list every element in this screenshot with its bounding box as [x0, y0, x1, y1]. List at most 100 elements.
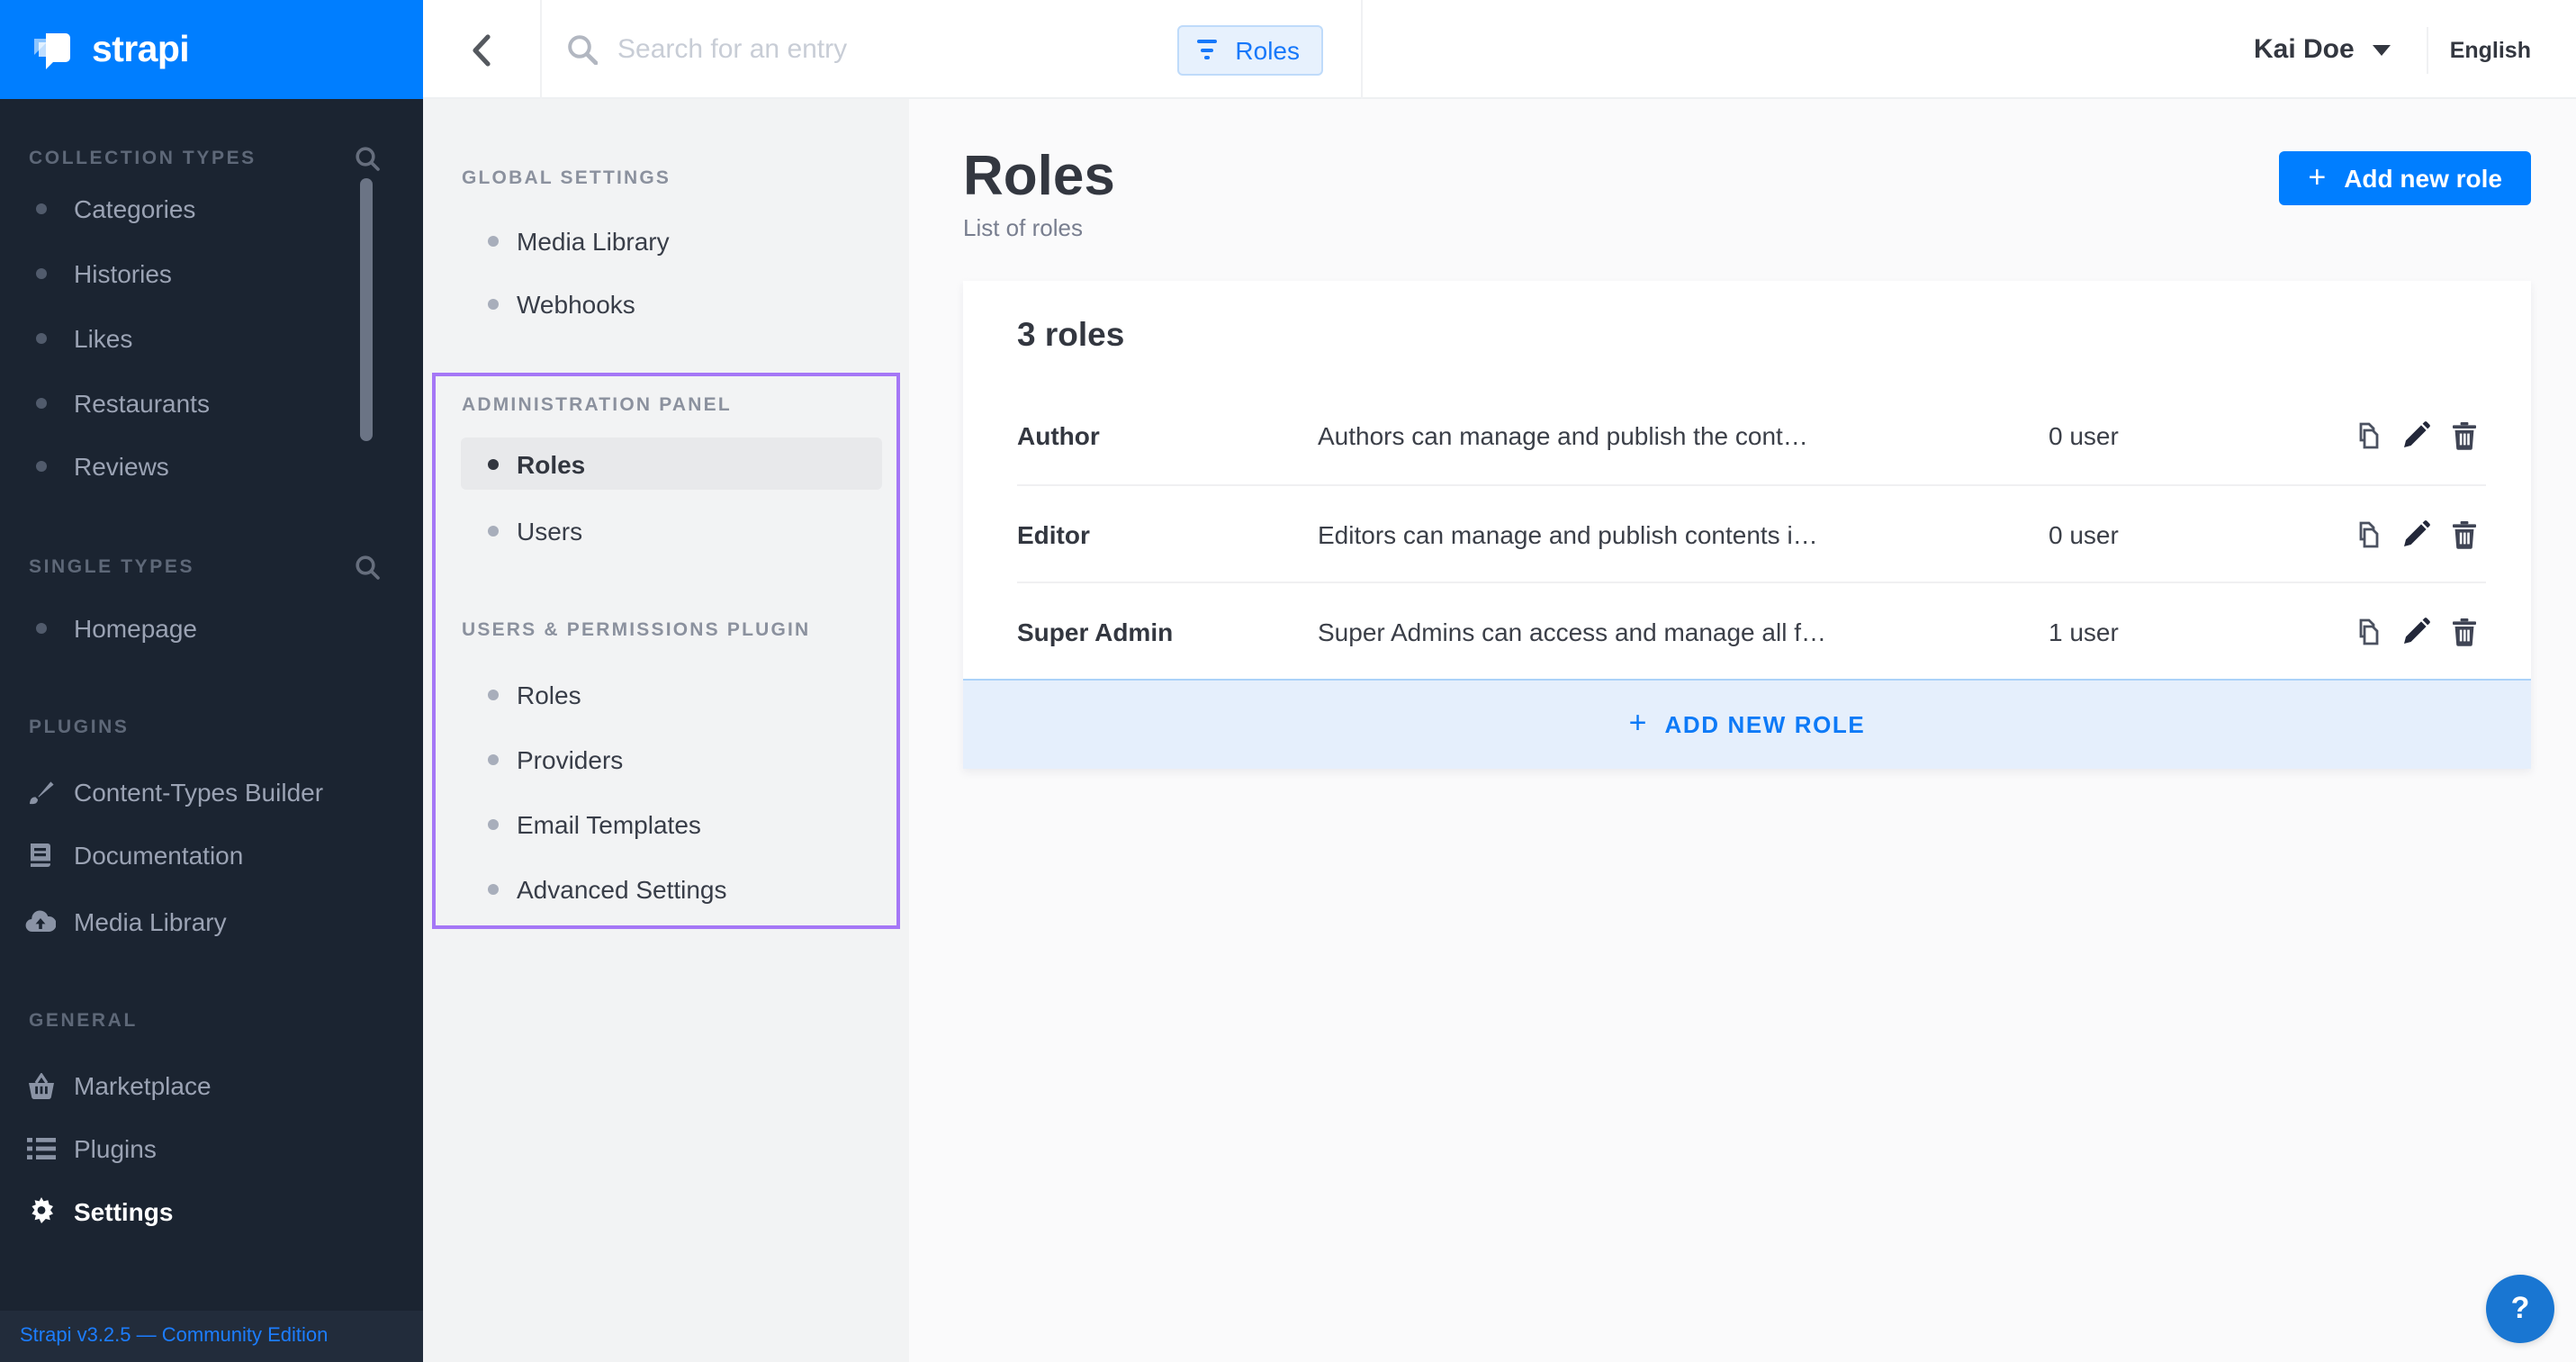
- list-icon: [25, 1133, 56, 1164]
- sidebar-item-plugins[interactable]: Plugins: [0, 1127, 423, 1170]
- bullet-icon: [488, 458, 499, 469]
- settings-item-label: Media Library: [517, 227, 670, 256]
- role-user-count: 0 user: [2049, 519, 2346, 548]
- delete-icon[interactable]: [2450, 421, 2479, 450]
- user-menu[interactable]: Kai Doe: [2254, 34, 2355, 65]
- chevron-left-icon: [471, 33, 491, 66]
- table-row-editor[interactable]: Editor Editors can manage and publish co…: [1017, 484, 2486, 582]
- sidebar-item-categories[interactable]: Categories: [0, 187, 423, 230]
- settings-item-media-library[interactable]: Media Library: [423, 220, 909, 263]
- add-new-role-footer-label: ADD NEW ROLE: [1665, 711, 1866, 738]
- role-description: Authors can manage and publish the cont…: [1318, 421, 2049, 450]
- filter-chip-label: Roles: [1235, 35, 1300, 64]
- topbar: Roles Kai Doe English: [423, 0, 2576, 99]
- sidebar-item-reviews[interactable]: Reviews: [0, 445, 423, 488]
- settings-item-label: Advanced Settings: [517, 875, 727, 904]
- gear-icon: [25, 1196, 56, 1227]
- role-name: Author: [1017, 421, 1318, 450]
- language-selector[interactable]: English: [2450, 37, 2531, 62]
- settings-item-label: Roles: [517, 681, 581, 709]
- edit-icon[interactable]: [2401, 617, 2430, 645]
- back-button[interactable]: [454, 0, 508, 99]
- duplicate-icon[interactable]: [2353, 519, 2382, 548]
- sidebar-item-label: Likes: [74, 323, 132, 352]
- section-single-types: SINGLE TYPES: [29, 549, 194, 585]
- settings-item-providers[interactable]: Providers: [423, 738, 909, 781]
- sidebar-item-label: Content-Types Builder: [74, 777, 323, 806]
- section-collection-types: COLLECTION TYPES: [29, 140, 257, 176]
- delete-icon[interactable]: [2450, 519, 2479, 548]
- strapi-admin-app: strapi COLLECTION TYPES Categories Histo…: [0, 0, 2576, 1362]
- filter-icon: [1197, 40, 1217, 59]
- roles-rows: Author Authors can manage and publish th…: [1017, 387, 2486, 679]
- row-actions: [2346, 617, 2486, 645]
- sidebar-item-marketplace[interactable]: Marketplace: [0, 1064, 423, 1107]
- sidebar-item-restaurants[interactable]: Restaurants: [0, 381, 423, 424]
- settings-item-roles-up[interactable]: Roles: [423, 673, 909, 717]
- sidebar-item-label: Documentation: [74, 840, 243, 869]
- roles-count: 3 roles: [1017, 314, 1124, 354]
- divider: [2427, 26, 2428, 73]
- help-button[interactable]: ?: [2486, 1275, 2554, 1343]
- add-new-role-footer-button[interactable]: + ADD NEW ROLE: [963, 679, 2531, 769]
- settings-item-label: Roles: [517, 449, 585, 478]
- settings-item-roles-admin[interactable]: Roles: [423, 442, 909, 485]
- role-name: Editor: [1017, 519, 1318, 548]
- sidebar-item-label: Settings: [74, 1197, 173, 1226]
- roles-count-header: 3 roles: [963, 281, 2531, 387]
- bullet-icon: [36, 397, 47, 408]
- sidebar-item-label: Histories: [74, 258, 172, 287]
- row-actions: [2346, 519, 2486, 548]
- sidebar-item-settings[interactable]: Settings: [0, 1190, 423, 1233]
- version-footer[interactable]: Strapi v3.2.5 — Community Edition: [0, 1311, 423, 1362]
- bullet-icon: [488, 818, 499, 829]
- main-content: Roles List of roles + Add new role 3 rol…: [909, 99, 2576, 1362]
- basket-icon: [25, 1070, 56, 1101]
- version-label: Strapi v3.2.5 — Community Edition: [20, 1326, 328, 1348]
- strapi-logo-icon: [31, 27, 76, 72]
- role-user-count: 1 user: [2049, 617, 2346, 645]
- edit-icon[interactable]: [2401, 421, 2430, 450]
- sidebar-item-media-library[interactable]: Media Library: [0, 899, 423, 943]
- sidebar-item-label: Media Library: [74, 906, 227, 935]
- sidebar-item-histories[interactable]: Histories: [0, 251, 423, 294]
- search-icon: [567, 34, 598, 65]
- paintbrush-icon: [25, 776, 56, 807]
- sidebar-item-homepage[interactable]: Homepage: [0, 607, 423, 650]
- sidebar-item-label: Marketplace: [74, 1071, 212, 1100]
- sidebar-item-content-types-builder[interactable]: Content-Types Builder: [0, 770, 423, 813]
- delete-icon[interactable]: [2450, 617, 2479, 645]
- edit-icon[interactable]: [2401, 519, 2430, 548]
- search-input[interactable]: [617, 34, 1177, 65]
- bullet-icon: [36, 267, 47, 278]
- search-icon[interactable]: [355, 140, 383, 176]
- topbar-right: Kai Doe English: [2254, 0, 2531, 99]
- section-general: GENERAL: [29, 1003, 138, 1039]
- duplicate-icon[interactable]: [2353, 421, 2382, 450]
- settings-item-webhooks[interactable]: Webhooks: [423, 283, 909, 326]
- bullet-icon: [36, 332, 47, 343]
- search-icon[interactable]: [355, 549, 383, 585]
- bullet-icon: [488, 754, 499, 765]
- settings-item-label: Email Templates: [517, 809, 701, 838]
- sidebar-item-documentation[interactable]: Documentation: [0, 833, 423, 876]
- section-global-settings: GLOBAL SETTINGS: [462, 160, 671, 196]
- chevron-down-icon[interactable]: [2373, 44, 2391, 55]
- sidebar-item-label: Reviews: [74, 452, 169, 481]
- settings-item-advanced-settings[interactable]: Advanced Settings: [423, 868, 909, 911]
- settings-item-users[interactable]: Users: [423, 510, 909, 553]
- bullet-icon: [488, 236, 499, 247]
- settings-item-email-templates[interactable]: Email Templates: [423, 802, 909, 845]
- roles-filter-chip[interactable]: Roles: [1177, 24, 1323, 75]
- duplicate-icon[interactable]: [2353, 617, 2382, 645]
- settings-item-label: Users: [517, 517, 582, 546]
- settings-sidebar: GLOBAL SETTINGS Media Library Webhooks A…: [423, 99, 909, 1362]
- bullet-icon: [36, 461, 47, 472]
- app-logo[interactable]: strapi: [0, 0, 423, 99]
- sidebar-item-likes[interactable]: Likes: [0, 316, 423, 359]
- main-sidebar: strapi COLLECTION TYPES Categories Histo…: [0, 0, 423, 1362]
- sidebar-item-label: Plugins: [74, 1134, 157, 1163]
- add-new-role-button[interactable]: + Add new role: [2279, 151, 2531, 205]
- table-row-author[interactable]: Author Authors can manage and publish th…: [1017, 387, 2486, 484]
- table-row-super-admin[interactable]: Super Admin Super Admins can access and …: [1017, 582, 2486, 679]
